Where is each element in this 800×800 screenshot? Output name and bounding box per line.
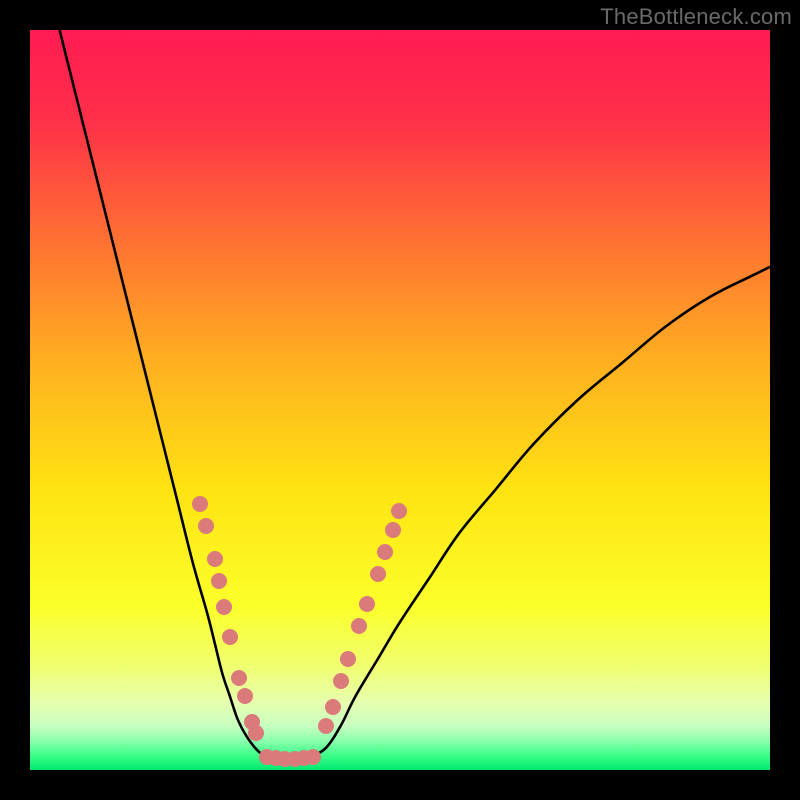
marker-right: [385, 522, 401, 538]
marker-left: [216, 599, 232, 615]
marker-left: [198, 518, 214, 534]
marker-left: [211, 573, 227, 589]
marker-right: [318, 718, 334, 734]
marker-right: [370, 566, 386, 582]
marker-bottom: [305, 749, 321, 765]
right-branch-curve: [311, 267, 770, 757]
marker-right: [377, 544, 393, 560]
marker-left: [231, 670, 247, 686]
left-branch-curve: [60, 30, 267, 757]
marker-left: [237, 688, 253, 704]
marker-left: [207, 551, 223, 567]
marker-left: [192, 496, 208, 512]
marker-right: [333, 673, 349, 689]
marker-right: [359, 596, 375, 612]
plot-area: [30, 30, 770, 770]
marker-right: [325, 699, 341, 715]
marker-right: [391, 503, 407, 519]
marker-right: [340, 651, 356, 667]
marker-left: [248, 725, 264, 741]
watermark-text: TheBottleneck.com: [600, 4, 792, 30]
chart-frame: TheBottleneck.com: [0, 0, 800, 800]
marker-right: [351, 618, 367, 634]
marker-left: [222, 629, 238, 645]
curve-layer: [30, 30, 770, 770]
